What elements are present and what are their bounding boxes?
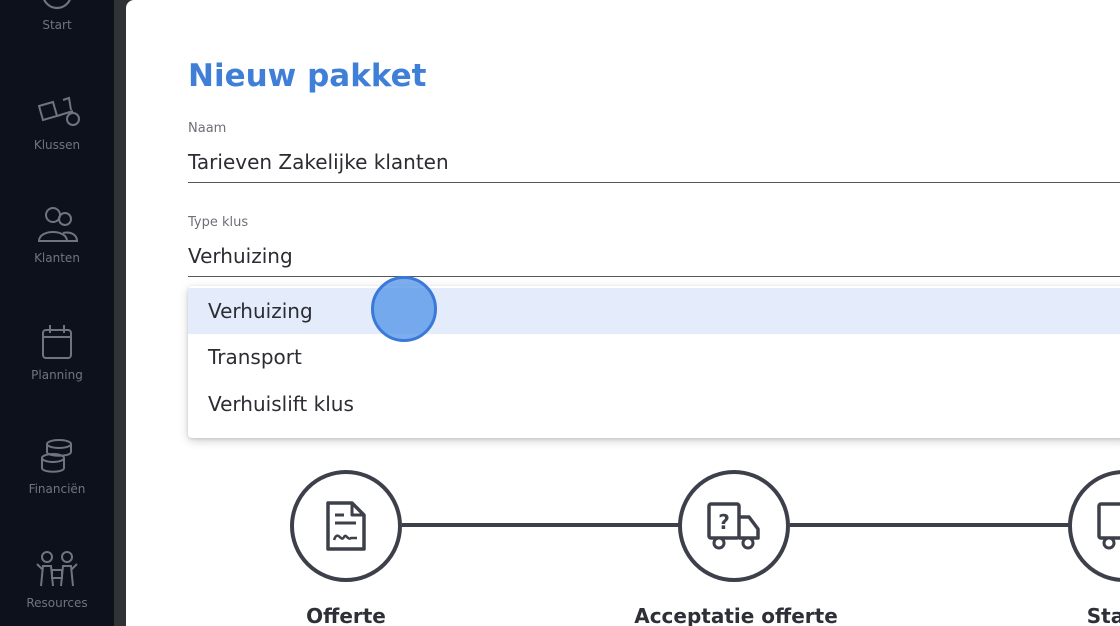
sidebar-item-label: Start	[42, 18, 72, 32]
sidebar-item-label: Klanten	[34, 251, 80, 265]
svg-text:?: ?	[718, 510, 730, 534]
dropdown-option-transport[interactable]: Transport	[188, 334, 1120, 380]
main-panel: Nieuw pakket Naam Tarieven Zakelijke kla…	[126, 0, 1120, 626]
page-title: Nieuw pakket	[188, 58, 427, 94]
customers-icon	[37, 207, 79, 242]
name-field-label: Naam	[188, 121, 227, 136]
sidebar-item-start[interactable]: Start	[0, 0, 114, 32]
truck-question-icon: ?	[707, 502, 760, 550]
sidebar-item-financien[interactable]: Financiën	[0, 436, 114, 496]
sidebar-item-planning[interactable]: Planning	[0, 322, 114, 382]
document-icon	[326, 501, 366, 551]
sidebar-item-label: Resources	[26, 596, 88, 610]
calendar-icon	[42, 325, 72, 359]
step-connector	[790, 523, 1080, 527]
coins-icon	[41, 439, 72, 473]
sidebar-item-resources[interactable]: Resources	[0, 550, 114, 610]
sidebar-item-label: Klussen	[33, 138, 81, 152]
gauge-icon	[43, 0, 71, 10]
type-select[interactable]: Verhuizing	[188, 244, 1120, 277]
step-acceptatie: ?	[678, 470, 790, 582]
forklift-icon	[37, 96, 80, 126]
team-icon	[36, 551, 78, 587]
step-connector	[402, 523, 680, 527]
step-offerte	[290, 470, 402, 582]
sidebar-item-label: Planning	[31, 368, 83, 382]
dropdown-option-verhuizing[interactable]: Verhuizing	[188, 288, 1120, 334]
sidebar-item-klussen[interactable]: Klussen	[0, 92, 114, 152]
sidebar-item-klanten[interactable]: Klanten	[0, 205, 114, 265]
type-dropdown-menu: Verhuizing Transport Verhuislift klus	[188, 286, 1120, 438]
sidebar: Start Klussen Klanten Planning Financiën…	[0, 0, 114, 626]
step-starten	[1068, 470, 1120, 582]
step-label-acceptatie: Acceptatie offerte	[634, 604, 838, 626]
type-field-label: Type klus	[188, 215, 249, 230]
sidebar-item-label: Financiën	[28, 482, 86, 496]
panel-gutter	[114, 0, 126, 626]
dropdown-option-verhuislift-klus[interactable]: Verhuislift klus	[188, 381, 1120, 427]
step-label-offerte: Offerte	[306, 604, 386, 626]
truck-icon	[1097, 502, 1120, 550]
step-label-starten: Starte	[1086, 604, 1120, 626]
click-indicator	[371, 276, 437, 342]
name-field[interactable]: Tarieven Zakelijke klanten	[188, 150, 1120, 183]
